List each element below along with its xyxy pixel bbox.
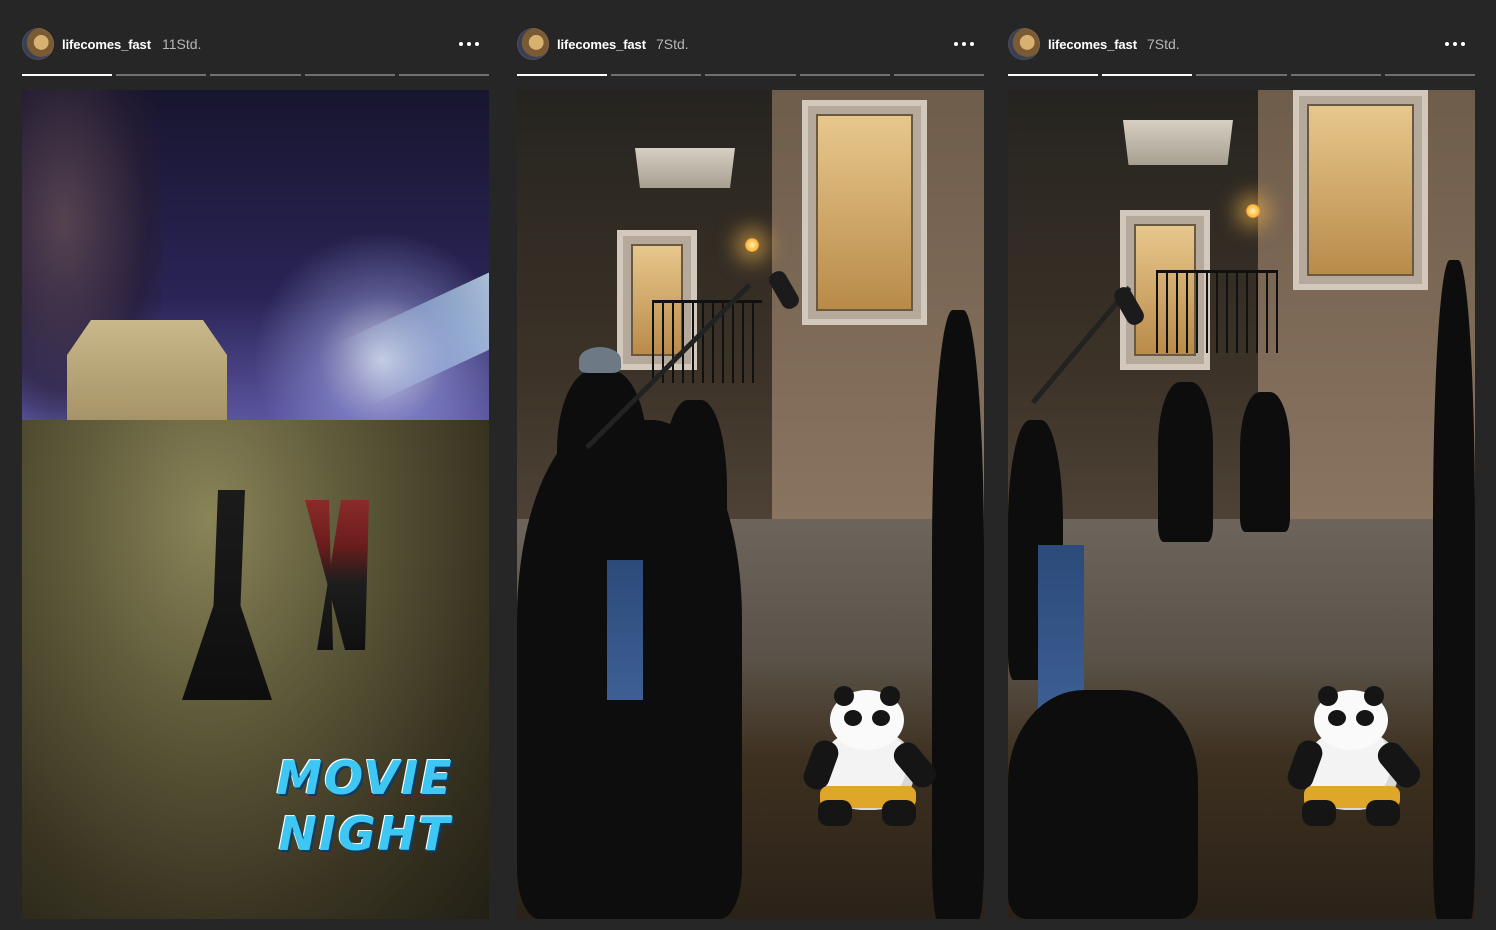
- username-link[interactable]: lifecomes_fast: [62, 37, 151, 52]
- story-media[interactable]: [1008, 90, 1475, 919]
- camera-operator: [662, 400, 727, 620]
- story-progress-bar: [22, 74, 490, 77]
- progress-segment: [705, 74, 796, 76]
- crew-member-right: [1433, 260, 1475, 919]
- sticker-line-2: NIGHT: [278, 807, 452, 861]
- avatar[interactable]: [517, 28, 549, 60]
- actor-1: [1158, 382, 1213, 542]
- panda-sticker-icon: [1284, 686, 1426, 830]
- sticker-line-1: MOVIE: [276, 751, 454, 805]
- awning: [1123, 120, 1233, 165]
- more-options-icon[interactable]: [457, 32, 481, 56]
- story-card-1[interactable]: lifecomes_fast 11Std. MOVIE NIGHT: [22, 0, 490, 930]
- story-header: lifecomes_fast 7Std.: [1008, 28, 1475, 60]
- wall-lamp: [745, 238, 759, 252]
- balcony-railing: [652, 300, 762, 383]
- progress-segment: [1008, 74, 1099, 76]
- username-link[interactable]: lifecomes_fast: [557, 37, 646, 52]
- balcony-railing: [1156, 270, 1278, 353]
- progress-segment: [611, 74, 702, 76]
- avatar[interactable]: [22, 28, 54, 60]
- progress-segment: [304, 74, 395, 76]
- story-media[interactable]: [517, 90, 984, 919]
- wall-lamp: [1246, 204, 1260, 218]
- story-timestamp: 11Std.: [162, 36, 202, 52]
- stories-viewer: lifecomes_fast 11Std. MOVIE NIGHT lifeco…: [0, 0, 1496, 930]
- story-progress-bar: [517, 74, 985, 77]
- jeans: [607, 560, 643, 700]
- progress-segment: [517, 74, 608, 76]
- progress-segment: [1384, 74, 1476, 76]
- progress-segment: [1290, 74, 1381, 76]
- actor-2: [1240, 392, 1290, 532]
- story-timestamp: 7Std.: [656, 36, 689, 52]
- foreground-person: [1008, 690, 1198, 919]
- awning: [635, 148, 735, 188]
- story-card-3[interactable]: lifecomes_fast 7Std.: [1008, 0, 1476, 930]
- progress-segment: [398, 74, 490, 76]
- crew-member-right: [932, 310, 984, 919]
- progress-segment: [22, 74, 113, 76]
- story-timestamp: 7Std.: [1147, 36, 1180, 52]
- more-options-icon[interactable]: [952, 32, 976, 56]
- panda-sticker-icon: [800, 686, 942, 830]
- avatar[interactable]: [1008, 28, 1040, 60]
- window: [1293, 90, 1428, 290]
- story-header: lifecomes_fast 11Std.: [22, 28, 489, 60]
- progress-segment: [799, 74, 890, 76]
- story-header: lifecomes_fast 7Std.: [517, 28, 984, 60]
- progress-segment: [893, 74, 985, 76]
- more-options-icon[interactable]: [1443, 32, 1467, 56]
- movie-night-sticker: MOVIE NIGHT: [270, 750, 460, 862]
- mansion: [67, 320, 227, 420]
- username-link[interactable]: lifecomes_fast: [1048, 37, 1137, 52]
- story-progress-bar: [1008, 74, 1476, 77]
- progress-segment: [116, 74, 207, 76]
- progress-segment: [1102, 74, 1193, 76]
- cap: [579, 347, 621, 373]
- story-card-2[interactable]: lifecomes_fast 7Std.: [517, 0, 985, 930]
- story-media[interactable]: MOVIE NIGHT: [22, 90, 489, 919]
- progress-segment: [1196, 74, 1287, 76]
- progress-segment: [210, 74, 301, 76]
- window: [802, 100, 927, 325]
